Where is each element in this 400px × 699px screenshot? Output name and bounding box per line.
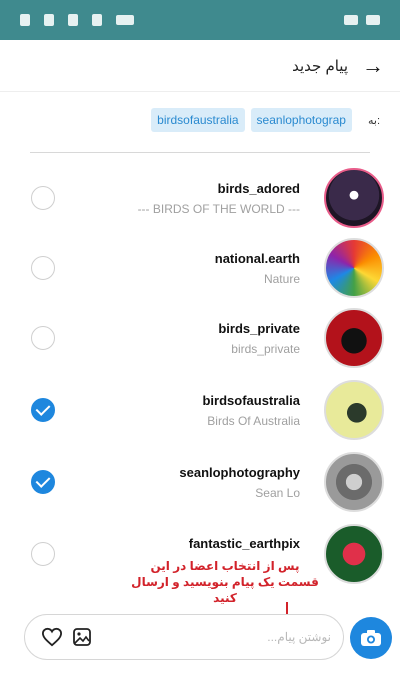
contact-fullname: Birds Of Australia: [207, 413, 300, 428]
settings-icon: [92, 14, 102, 26]
avatar[interactable]: [324, 452, 384, 512]
contact-row[interactable]: birdsofaustralia Birds Of Australia: [0, 374, 400, 446]
app-header: پیام جدید →: [0, 40, 400, 92]
status-bar: [0, 0, 400, 40]
select-radio-checked[interactable]: [31, 470, 55, 494]
instruction-annotation: پس از انتخاب اعضا در این قسمت یک پیام بن…: [131, 559, 319, 606]
recipient-chip[interactable]: seanlophotograp: [250, 108, 352, 132]
signal-icon: [44, 14, 54, 26]
notification-icon: [20, 14, 30, 26]
contact-username: seanlophotography: [179, 464, 300, 480]
select-radio-checked[interactable]: [31, 398, 55, 422]
contact-fullname: --- BIRDS OF THE WORLD ---: [137, 201, 300, 216]
avatar[interactable]: [324, 380, 384, 440]
gallery-icon[interactable]: [67, 622, 97, 652]
camera-icon: [361, 630, 381, 646]
select-radio[interactable]: [31, 186, 55, 210]
contact-username: birdsofaustralia: [202, 392, 300, 408]
to-label: به:: [367, 114, 380, 127]
sim-icon: [68, 14, 78, 26]
contact-username: birds_private: [218, 320, 300, 336]
battery-icon: [344, 15, 358, 25]
contact-row[interactable]: national.earth Nature: [0, 232, 400, 304]
avatar[interactable]: [324, 308, 384, 368]
recipients-row: birdsofaustralia seanlophotograp به:: [0, 100, 400, 140]
recipient-chip[interactable]: birdsofaustralia: [151, 108, 245, 132]
message-input[interactable]: [97, 630, 331, 644]
contact-row[interactable]: birds_private birds_private: [0, 302, 400, 374]
page-title: پیام جدید: [292, 57, 348, 75]
avatar[interactable]: [324, 168, 384, 228]
contact-row[interactable]: seanlophotography Sean Lo: [0, 446, 400, 518]
contact-row[interactable]: birds_adored --- BIRDS OF THE WORLD ---: [0, 162, 400, 234]
contact-fullname: Sean Lo: [255, 485, 300, 500]
wifi-icon: [116, 15, 134, 25]
heart-icon[interactable]: [37, 622, 67, 652]
select-radio[interactable]: [31, 326, 55, 350]
contact-username: fantastic_earthpix: [188, 536, 300, 551]
contact-fullname: birds_private: [231, 341, 300, 356]
contact-username: national.earth: [214, 250, 300, 266]
camera-button[interactable]: [350, 617, 392, 659]
divider: [30, 152, 370, 153]
clock-icon: [366, 15, 380, 25]
avatar[interactable]: [324, 238, 384, 298]
arrow-right-icon[interactable]: →: [362, 54, 384, 77]
select-radio[interactable]: [31, 256, 55, 280]
avatar[interactable]: [324, 524, 384, 584]
message-composer: [24, 614, 344, 660]
contact-fullname: Nature: [263, 271, 300, 286]
select-radio[interactable]: [31, 542, 55, 566]
contact-username: birds_adored: [217, 180, 300, 196]
